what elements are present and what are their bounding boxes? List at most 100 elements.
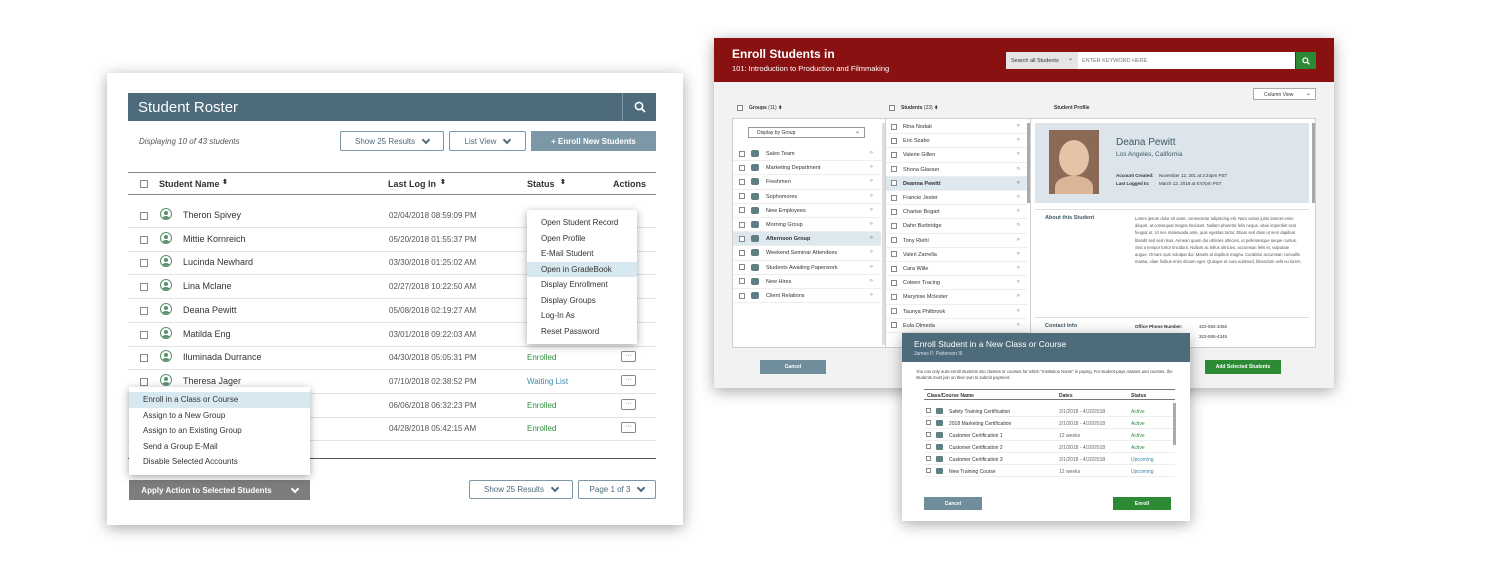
student-item[interactable]: Francie Jester » bbox=[886, 191, 1028, 206]
row-menu-item[interactable]: Log-In As bbox=[527, 308, 637, 324]
student-checkbox[interactable] bbox=[891, 137, 897, 144]
course-row[interactable]: Safety Training Certification 2/1/2018 - … bbox=[924, 405, 1175, 417]
row-menu-item[interactable]: Open in GradeBook bbox=[527, 261, 637, 277]
row-checkbox[interactable] bbox=[140, 283, 148, 292]
student-name[interactable]: Theresa Jager bbox=[183, 376, 241, 386]
student-checkbox[interactable] bbox=[891, 265, 897, 272]
course-row[interactable]: Customer Certification 2 2/1/2018 - 4/20/… bbox=[924, 441, 1175, 453]
enroll-new-students-button[interactable]: + Enroll New Students bbox=[531, 131, 656, 151]
footer-show-results-select[interactable]: Show 25 Results bbox=[469, 480, 573, 499]
student-item[interactable]: Cara Wille » bbox=[886, 262, 1028, 277]
search-button[interactable] bbox=[1296, 52, 1316, 69]
course-checkbox[interactable] bbox=[926, 444, 931, 449]
student-checkbox[interactable] bbox=[891, 237, 897, 244]
student-item[interactable]: Shona Glasser » bbox=[886, 163, 1028, 177]
group-item[interactable]: Marketing Department » bbox=[733, 161, 881, 176]
student-item[interactable]: Marynise Mclester » bbox=[886, 290, 1028, 305]
student-checkbox[interactable] bbox=[891, 123, 897, 130]
row-menu-item[interactable]: Open Profile bbox=[527, 231, 637, 247]
row-checkbox[interactable] bbox=[140, 235, 148, 244]
group-item[interactable]: New Hires » bbox=[733, 275, 881, 289]
student-name[interactable]: Theron Spivey bbox=[183, 210, 241, 220]
group-item[interactable]: Weekend Seminar Attendees » bbox=[733, 246, 881, 261]
student-checkbox[interactable] bbox=[891, 166, 897, 173]
group-item[interactable]: Students Awaiting Paperwork » bbox=[733, 261, 881, 275]
group-checkbox[interactable] bbox=[739, 164, 745, 171]
group-item[interactable]: New Employees » bbox=[733, 204, 881, 218]
view-select[interactable]: List View bbox=[449, 131, 526, 151]
student-name[interactable]: Iluminada Durrance bbox=[183, 352, 262, 362]
group-item[interactable]: Sophomores » bbox=[733, 190, 881, 204]
apply-action-button[interactable]: Apply Action to Selected Students bbox=[129, 480, 310, 500]
row-actions-button[interactable]: ··· bbox=[621, 422, 636, 434]
row-menu-item[interactable]: Display Enrollment bbox=[527, 277, 637, 293]
row-menu-item[interactable]: E-Mail Student bbox=[527, 246, 637, 262]
row-menu-item[interactable]: Reset Password bbox=[527, 324, 637, 340]
group-checkbox[interactable] bbox=[739, 292, 745, 299]
group-item[interactable]: Afternoon Group » bbox=[733, 232, 881, 247]
course-row[interactable]: Customer Certification 3 2/1/2018 - 4/20/… bbox=[924, 453, 1175, 465]
add-selected-students-button[interactable]: Add Selected Students bbox=[1205, 360, 1281, 374]
bulk-menu-item[interactable]: Assign to an Existing Group bbox=[129, 423, 310, 439]
row-checkbox[interactable] bbox=[140, 212, 148, 220]
student-item[interactable]: Eric Szabo » bbox=[886, 134, 1028, 149]
col-last-login[interactable]: Last Log In bbox=[388, 179, 436, 189]
row-actions-button[interactable]: ··· bbox=[621, 351, 636, 363]
row-menu-item[interactable]: Open Student Record bbox=[527, 215, 637, 231]
roster-search-button[interactable] bbox=[622, 93, 656, 121]
show-results-select[interactable]: Show 25 Results bbox=[340, 131, 444, 151]
student-checkbox[interactable] bbox=[891, 293, 897, 300]
row-menu-item[interactable]: Display Groups bbox=[527, 293, 637, 309]
students-select-all[interactable] bbox=[889, 105, 895, 111]
column-view-select[interactable]: Column View ⌄ bbox=[1253, 88, 1316, 100]
select-all-checkbox[interactable] bbox=[140, 180, 148, 188]
display-by-select[interactable]: Display by Group ⌄ bbox=[748, 127, 865, 138]
scrollbar[interactable] bbox=[1312, 123, 1315, 203]
student-name[interactable]: Mittie Kornreich bbox=[183, 234, 246, 244]
group-item[interactable]: Freshmen » bbox=[733, 175, 881, 190]
student-checkbox[interactable] bbox=[891, 208, 897, 215]
student-item[interactable]: Coleen Tracing » bbox=[886, 276, 1028, 291]
group-checkbox[interactable] bbox=[739, 221, 745, 228]
group-item[interactable]: Morning Group » bbox=[733, 218, 881, 233]
student-item[interactable]: Deanna Pewitt » bbox=[886, 176, 1028, 191]
group-checkbox[interactable] bbox=[739, 249, 745, 256]
bulk-menu-item[interactable]: Send a Group E-Mail bbox=[129, 439, 310, 455]
student-checkbox[interactable] bbox=[891, 151, 897, 158]
bulk-menu-item[interactable]: Disable Selected Accounts bbox=[129, 454, 310, 470]
student-item[interactable]: Valerie Gillen » bbox=[886, 148, 1028, 163]
student-name[interactable]: Lucinda Newhard bbox=[183, 257, 253, 267]
group-checkbox[interactable] bbox=[739, 207, 745, 214]
course-checkbox[interactable] bbox=[926, 468, 931, 473]
row-checkbox[interactable] bbox=[140, 354, 148, 363]
col-course-status[interactable]: Status bbox=[1131, 393, 1146, 399]
student-item[interactable]: Charise Bogart » bbox=[886, 205, 1028, 220]
student-checkbox[interactable] bbox=[891, 251, 897, 258]
enroll-cancel-button[interactable]: Cancel bbox=[760, 360, 826, 374]
course-checkbox[interactable] bbox=[926, 456, 931, 461]
student-name[interactable]: Lina Mclane bbox=[183, 281, 232, 291]
course-cancel-button[interactable]: Cancel bbox=[924, 497, 982, 510]
bulk-menu-item[interactable]: Assign to a New Group bbox=[129, 408, 310, 424]
group-checkbox[interactable] bbox=[739, 278, 745, 285]
student-name[interactable]: Deana Pewitt bbox=[183, 305, 237, 315]
student-item[interactable]: Valeri Zarrella » bbox=[886, 248, 1028, 262]
col-status[interactable]: Status bbox=[527, 179, 555, 189]
scrollbar[interactable] bbox=[1173, 403, 1176, 445]
group-checkbox[interactable] bbox=[739, 264, 745, 271]
course-row[interactable]: New Training Course 12 weeks Upcoming bbox=[924, 465, 1175, 477]
group-checkbox[interactable] bbox=[739, 178, 745, 185]
course-checkbox[interactable] bbox=[926, 432, 931, 437]
course-checkbox[interactable] bbox=[926, 420, 931, 425]
student-checkbox[interactable] bbox=[891, 279, 897, 286]
course-enroll-button[interactable]: Enroll bbox=[1113, 497, 1171, 510]
row-checkbox[interactable] bbox=[140, 306, 148, 315]
search-scope-select[interactable]: Search all Students ⌄ bbox=[1006, 52, 1078, 69]
student-name[interactable]: Matilda Eng bbox=[183, 329, 231, 339]
student-checkbox[interactable] bbox=[891, 222, 897, 229]
row-actions-button[interactable]: ··· bbox=[621, 374, 636, 386]
course-row[interactable]: Customer Certification 1 12 weeks Active bbox=[924, 429, 1175, 441]
row-checkbox[interactable] bbox=[140, 259, 148, 268]
student-checkbox[interactable] bbox=[891, 308, 897, 315]
table-row[interactable]: Iluminada Durrance 04/30/2018 05:05:31 PM… bbox=[128, 346, 656, 371]
